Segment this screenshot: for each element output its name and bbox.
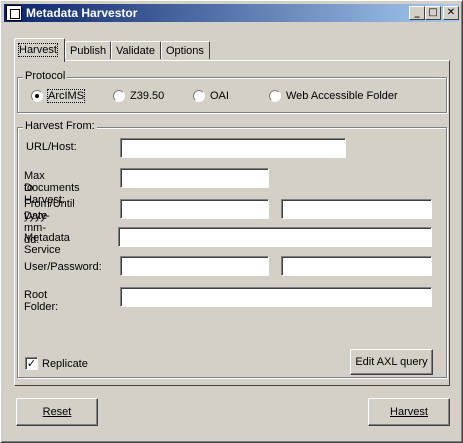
edit-axl-query-button[interactable]: Edit AXL query [350, 349, 433, 375]
radio-z3950-label: Z39.50 [130, 90, 165, 102]
radio-oai-dot[interactable] [193, 90, 205, 102]
maximize-button[interactable]: □ [425, 6, 441, 20]
user-input[interactable] [120, 256, 269, 276]
user-password-label: User/Password: [24, 261, 102, 273]
radio-z3950-dot[interactable] [113, 90, 125, 102]
metadata-service-input[interactable] [118, 227, 432, 247]
root-folder-label: Root Folder: [24, 289, 59, 313]
close-button[interactable]: ✕ [443, 6, 459, 20]
radio-oai-label: OAI [210, 90, 229, 102]
title-bar[interactable]: Metadata Harvestor _ □ ✕ [4, 4, 459, 22]
from-date-input[interactable] [120, 199, 269, 219]
url-input[interactable] [120, 138, 346, 158]
minimize-button[interactable]: _ [409, 6, 425, 20]
until-date-input[interactable] [281, 199, 432, 219]
tab-validate-label: Validate [116, 45, 155, 57]
tab-harvest-label: Harvest [18, 43, 58, 57]
harvest-from-group [17, 127, 447, 378]
tab-options[interactable]: Options [161, 41, 210, 59]
window-title: Metadata Harvestor [26, 6, 138, 20]
root-folder-input[interactable] [120, 287, 432, 307]
harvest-button-label: Harvest [390, 406, 428, 418]
radio-web-folder-dot[interactable] [269, 90, 281, 102]
tab-publish-label: Publish [70, 45, 107, 57]
app-icon [6, 5, 22, 21]
protocol-legend: Protocol [23, 70, 68, 82]
tab-validate[interactable]: Validate [111, 41, 161, 59]
tab-options-label: Options [166, 45, 204, 57]
reset-button-label: Reset [42, 406, 72, 418]
replicate-checkbox[interactable]: ✓ [25, 357, 38, 370]
reset-button[interactable]: Reset [16, 398, 98, 426]
tab-publish[interactable]: Publish [65, 41, 111, 59]
harvest-from-legend: Harvest From: [23, 120, 97, 132]
radio-arcims-label: ArcIMS [46, 89, 86, 103]
metadata-service-label: Metadata Service [24, 232, 70, 256]
radio-web-folder-label: Web Accessible Folder [286, 90, 398, 102]
max-docs-input[interactable] [120, 168, 269, 188]
password-input[interactable] [281, 256, 432, 276]
radio-arcims-dot[interactable] [31, 90, 43, 102]
replicate-label: Replicate [42, 358, 88, 370]
tab-harvest[interactable]: Harvest [14, 38, 65, 62]
url-label: URL/Host: [26, 141, 77, 153]
harvest-button[interactable]: Harvest [368, 398, 450, 426]
